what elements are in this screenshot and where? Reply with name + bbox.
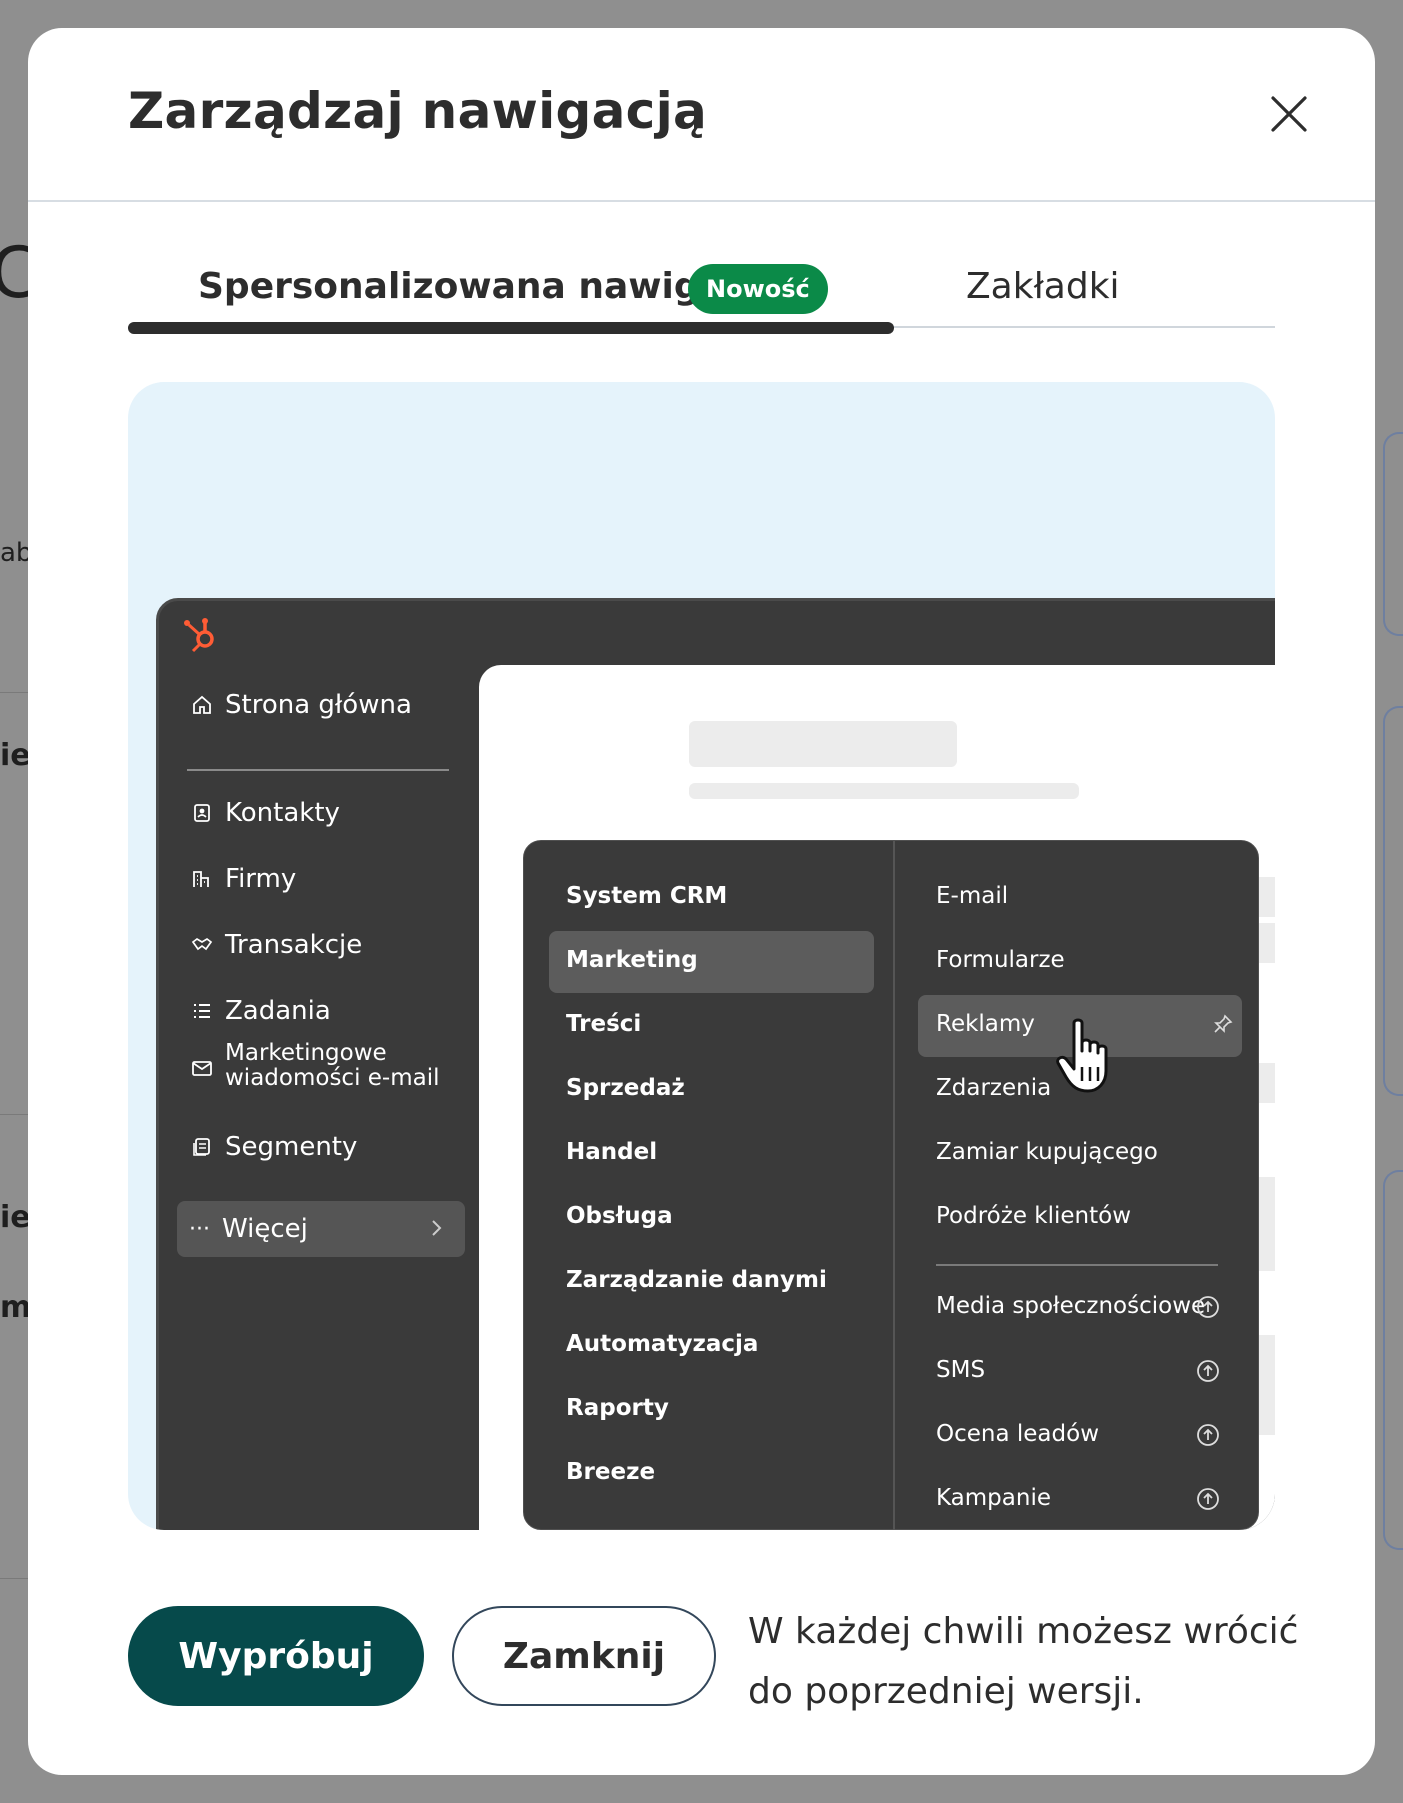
sidebar-item-label: wiadomości e-mail xyxy=(225,1065,440,1091)
background-divider xyxy=(0,692,30,693)
pin-icon[interactable] xyxy=(1212,1013,1234,1035)
segments-icon xyxy=(193,1138,210,1156)
submenu-item-customer-journeys[interactable]: Podróże klientów xyxy=(936,1203,1131,1229)
close-dialog-button[interactable]: Zamknij xyxy=(452,1606,716,1706)
skeleton-block xyxy=(689,721,957,767)
menu-item-marketing[interactable]: Marketing xyxy=(566,947,698,973)
background-card xyxy=(1383,432,1403,636)
menu-divider xyxy=(893,841,895,1530)
sidebar-item-contacts[interactable]: Kontakty xyxy=(185,785,340,841)
try-it-button[interactable]: Wypróbuj xyxy=(128,1606,424,1706)
background-card xyxy=(1383,1170,1403,1550)
contacts-icon xyxy=(194,804,210,822)
skeleton-block xyxy=(689,783,1079,799)
submenu-item-campaigns[interactable]: Kampanie xyxy=(936,1485,1051,1511)
footer-note: W każdej chwili możesz wrócić do poprzed… xyxy=(748,1611,1299,1712)
submenu-item-lead-scoring[interactable]: Ocena leadów xyxy=(936,1421,1099,1447)
menu-item-service[interactable]: Obsługa xyxy=(566,1203,673,1229)
menu-item-crm[interactable]: System CRM xyxy=(566,883,727,909)
submenu-item-ads[interactable]: Reklamy xyxy=(936,1011,1035,1037)
sidebar-item-home[interactable]: Strona główna xyxy=(185,677,412,733)
tab-bar: Spersonalizowana nawigacja Nowość Zakład… xyxy=(128,228,1275,334)
hand-cursor-icon xyxy=(1056,1018,1108,1093)
submenu-item-buyer-intent[interactable]: Zamiar kupującego xyxy=(936,1139,1158,1165)
menu-item-breeze[interactable]: Breeze xyxy=(566,1459,655,1485)
submenu-item-social[interactable]: Media społecznościowe xyxy=(936,1293,1205,1319)
background-fragment: ie xyxy=(0,1200,31,1235)
deals-icon xyxy=(191,937,213,951)
hubspot-sprocket-icon xyxy=(184,618,214,653)
active-tab-indicator xyxy=(128,322,894,334)
companies-icon xyxy=(193,871,209,887)
sidebar-item-label: Strona główna xyxy=(225,690,412,720)
modal-header: Zarządzaj nawigacją xyxy=(28,28,1375,202)
sidebar-item-companies[interactable]: Firmy xyxy=(185,851,296,907)
submenu-item-events[interactable]: Zdarzenia xyxy=(936,1075,1051,1101)
home-icon xyxy=(193,695,211,714)
background-card xyxy=(1383,706,1403,1096)
tab-bookmarks[interactable]: Zakładki xyxy=(966,266,1120,307)
sidebar-item-deals[interactable]: Transakcje xyxy=(185,917,362,973)
close-button[interactable] xyxy=(1265,90,1313,138)
manage-navigation-modal: Zarządzaj nawigacją Spersonalizowana naw… xyxy=(28,28,1375,1775)
menu-item-data-management[interactable]: Zarządzanie danymi xyxy=(566,1267,827,1293)
upgrade-arrow-icon xyxy=(1197,1424,1219,1446)
sidebar-item-label: Marketingowe xyxy=(225,1040,387,1066)
navigation-flyout-menu: System CRM Marketing Treści Sprzedaż Han… xyxy=(523,840,1259,1530)
upgrade-arrow-icon xyxy=(1197,1296,1219,1318)
submenu-item-sms[interactable]: SMS xyxy=(936,1357,985,1383)
background-divider xyxy=(0,1578,30,1579)
sidebar-item-label: Zadania xyxy=(225,996,331,1026)
menu-item-content[interactable]: Treści xyxy=(566,1011,641,1037)
background-divider xyxy=(0,1114,30,1115)
menu-item-sales[interactable]: Sprzedaż xyxy=(566,1075,685,1101)
sidebar-item-label: Segmenty xyxy=(225,1132,358,1162)
sidebar-item-more[interactable]: ··· Więcej xyxy=(177,1201,465,1257)
more-dots-icon: ··· xyxy=(189,1216,210,1242)
tab-personalized-navigation[interactable]: Spersonalizowana nawigacja Nowość xyxy=(128,228,894,334)
sidebar-item-tasks[interactable]: Zadania xyxy=(185,983,331,1039)
tasks-icon xyxy=(194,1004,210,1018)
close-icon xyxy=(1271,96,1307,132)
menu-item-reports[interactable]: Raporty xyxy=(566,1395,669,1421)
menu-item-commerce[interactable]: Handel xyxy=(566,1139,657,1165)
sidebar-item-label: Firmy xyxy=(225,864,297,894)
modal-title: Zarządzaj nawigacją xyxy=(128,82,708,140)
sidebar-item-label: Więcej xyxy=(221,1214,308,1244)
sidebar-divider xyxy=(187,769,449,771)
feature-preview-illustration: Strona główna Kontakty Firmy Transakcje … xyxy=(128,382,1275,1530)
sidebar-item-segments[interactable]: Segmenty xyxy=(185,1119,357,1175)
submenu-item-email[interactable]: E-mail xyxy=(936,883,1008,909)
submenu-item-forms[interactable]: Formularze xyxy=(936,947,1065,973)
sidebar-item-marketing-emails[interactable]: Marketingowe wiadomości e-mail xyxy=(185,1041,440,1111)
sidebar-item-label: Kontakty xyxy=(225,798,340,828)
upgrade-arrow-icon xyxy=(1197,1360,1219,1382)
submenu-divider xyxy=(936,1264,1218,1266)
upgrade-arrow-icon xyxy=(1197,1488,1219,1510)
chevron-right-icon xyxy=(432,1220,442,1236)
menu-item-automation[interactable]: Automatyzacja xyxy=(566,1331,758,1357)
email-icon xyxy=(192,1061,212,1076)
new-badge: Nowość xyxy=(688,264,828,314)
background-fragment: ie xyxy=(0,738,31,773)
sidebar-item-label: Transakcje xyxy=(225,930,363,960)
